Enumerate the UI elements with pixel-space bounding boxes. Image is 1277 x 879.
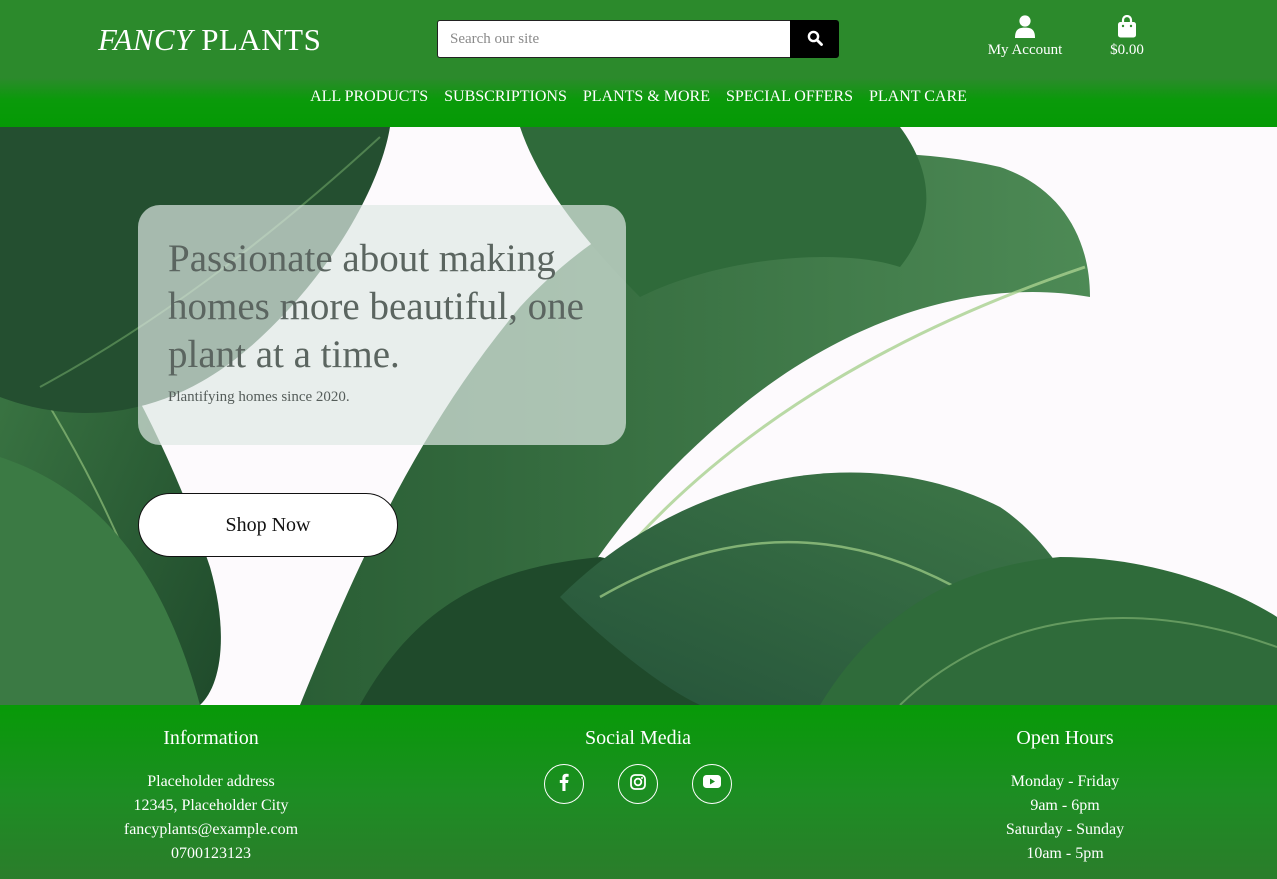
youtube-link[interactable]: [692, 764, 732, 804]
nav-item-subscriptions[interactable]: SUBSCRIPTIONS: [444, 88, 567, 106]
nav-item-plants-and-more[interactable]: PLANTS & MORE: [583, 88, 710, 106]
footer-city: 12345, Placeholder City: [133, 797, 289, 814]
bag-total: $0.00: [1110, 42, 1144, 58]
hours-weekend-label: Saturday - Sunday: [1005, 821, 1125, 838]
search-button[interactable]: [790, 20, 839, 58]
hero-subtitle: Plantifying homes since 2020.: [168, 389, 350, 405]
my-account-link[interactable]: My Account: [984, 14, 1066, 59]
my-account-label: My Account: [987, 42, 1063, 58]
search-icon: [807, 30, 823, 49]
hero-section: Passionate about making homes more beaut…: [0, 127, 1277, 705]
shopping-bag-link[interactable]: $0.00: [1098, 14, 1156, 59]
footer-social-heading: Social Media: [584, 727, 692, 749]
site-logo[interactable]: FANCY PLANTS: [98, 22, 321, 58]
shopping-bag-icon: [1117, 14, 1137, 38]
footer-information: Information Placeholder address 12345, P…: [95, 727, 327, 866]
footer-phone[interactable]: 0700123123: [95, 842, 327, 866]
nav-item-special-offers[interactable]: SPECIAL OFFERS: [726, 88, 853, 106]
footer-social-media: Social Media: [538, 727, 738, 804]
site-header: FANCY PLANTS My Account: [0, 0, 1277, 127]
footer-email[interactable]: fancyplants@example.com: [95, 818, 327, 842]
nav-item-plant-care[interactable]: PLANT CARE: [869, 88, 967, 106]
nav-item-all-products[interactable]: ALL PRODUCTS: [310, 88, 428, 106]
hours-weekday-time: 9am - 6pm: [1030, 797, 1100, 814]
footer-open-hours: Open Hours Monday - Friday 9am - 6pm Sat…: [950, 727, 1180, 866]
instagram-link[interactable]: [618, 764, 658, 804]
footer-hours-heading: Open Hours: [1016, 727, 1114, 749]
hero-text-card: Passionate about making homes more beaut…: [138, 205, 626, 445]
youtube-icon: [703, 775, 721, 793]
facebook-icon: [559, 773, 569, 796]
search-form: [437, 20, 839, 58]
site-footer: Information Placeholder address 12345, P…: [0, 705, 1277, 879]
footer-information-heading: Information: [163, 727, 259, 749]
logo-italic-text: FANCY: [98, 22, 193, 57]
logo-text: PLANTS: [201, 22, 322, 57]
social-links: [538, 764, 738, 804]
instagram-icon: [630, 773, 646, 795]
search-input[interactable]: [437, 20, 790, 58]
hero-title: Passionate about making homes more beaut…: [168, 237, 584, 376]
main-nav: ALL PRODUCTS SUBSCRIPTIONS PLANTS & MORE…: [0, 88, 1277, 106]
hours-weekday-label: Monday - Friday: [1010, 773, 1120, 790]
footer-address: Placeholder address: [147, 773, 275, 790]
hours-weekend-time: 10am - 5pm: [1026, 845, 1104, 862]
user-icon: [1015, 14, 1035, 38]
facebook-link[interactable]: [544, 764, 584, 804]
shop-now-button[interactable]: Shop Now: [138, 493, 398, 557]
